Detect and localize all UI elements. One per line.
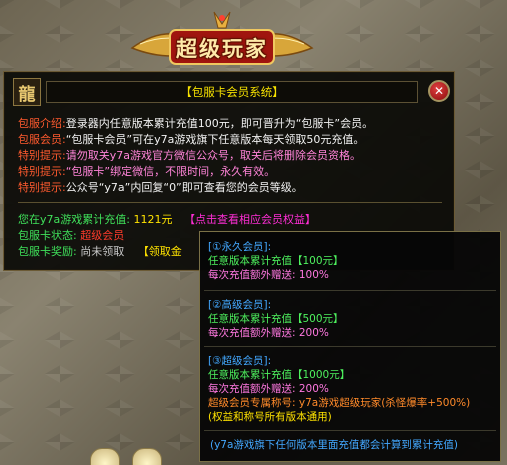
super-player-banner: 超级玩家	[122, 8, 322, 70]
info-label: 特别提示:	[18, 149, 66, 162]
total-recharge-row: 您在y7a游戏累计充值: 1121元 【点击查看相应会员权益】	[18, 212, 448, 228]
total-recharge-value: 1121元	[133, 213, 173, 226]
tooltip-divider	[204, 430, 496, 431]
tooltip-footer: (y7a游戏旗下任何版本里面充值都会计算到累计充值)	[210, 439, 459, 451]
close-button[interactable]: ✕	[428, 80, 450, 102]
tooltip-divider	[204, 290, 496, 291]
info-label: 包服介绍:	[18, 117, 66, 130]
tier-title: [②高级会员]:	[208, 299, 272, 311]
tier-title: [①永久会员]:	[208, 241, 272, 253]
tier-requirement: 任意版本累计充值【500元】	[208, 313, 344, 325]
info-line: 包服介绍:登录器内任意版本累计充值100元，即可晋升为“包服卡”会员。	[18, 116, 448, 132]
divider	[18, 202, 442, 203]
info-label: 特别提示:	[18, 165, 66, 178]
info-text: “包服卡会员”可在y7a游戏旗下任意版本每天领取50元充值。	[65, 133, 365, 146]
banner-title: 超级玩家	[176, 36, 268, 61]
tier-note: (权益和称号所有版本通用)	[208, 411, 332, 423]
info-text: 公众号“y7a”内回复“0”即可查看您的会员等级。	[65, 181, 303, 194]
skill-slot-icon[interactable]	[90, 448, 120, 465]
tier-exclusive-title: 超级会员专属称号: y7a游戏超级玩家(杀怪爆率+500%)	[208, 397, 471, 409]
panel-title: 【包服卡会员系统】	[46, 81, 418, 103]
info-text: 登录器内任意版本累计充值100元，即可晋升为“包服卡”会员。	[65, 117, 374, 130]
info-section: 包服介绍:登录器内任意版本累计充值100元，即可晋升为“包服卡”会员。 包服会员…	[18, 116, 448, 196]
tier-requirement: 任意版本累计充值【1000元】	[208, 369, 351, 381]
info-line: 包服会员:“包服卡会员”可在y7a游戏旗下任意版本每天领取50元充值。	[18, 132, 448, 148]
card-status-label: 包服卡状态:	[18, 229, 77, 242]
tier-bonus: 每次充值额外赠送: 200%	[208, 383, 329, 395]
card-reward-value: 尚未领取	[80, 245, 125, 258]
tier-requirement: 任意版本累计充值【100元】	[208, 255, 344, 267]
info-text: 请勿取关y7a游戏官方微信公众号，取关后将删除会员资格。	[65, 149, 361, 162]
tier-permanent: [①永久会员]: 任意版本累计充值【100元】 每次充值额外赠送: 100%	[208, 240, 498, 282]
tier-super: [③超级会员]: 任意版本累计充值【1000元】 每次充值额外赠送: 200% …	[208, 354, 498, 424]
info-label: 特别提示:	[18, 181, 66, 194]
tier-advanced: [②高级会员]: 任意版本累计充值【500元】 每次充值额外赠送: 200%	[208, 298, 498, 340]
panel-header: 龍 【包服卡会员系统】 ✕	[10, 76, 450, 106]
tier-bonus: 每次充值额外赠送: 100%	[208, 269, 329, 281]
info-line: 特别提示:“包服卡”绑定微信，不限时间，永久有效。	[18, 164, 448, 180]
info-label: 包服会员:	[18, 133, 66, 146]
view-benefits-link[interactable]: 【点击查看相应会员权益】	[184, 213, 316, 226]
info-text: “包服卡”绑定微信，不限时间，永久有效。	[65, 165, 276, 178]
info-line: 特别提示:公众号“y7a”内回复“0”即可查看您的会员等级。	[18, 180, 448, 196]
skill-slot-icon[interactable]	[132, 448, 162, 465]
tooltip-divider	[204, 346, 496, 347]
claim-button[interactable]: 【领取金	[138, 245, 182, 258]
tier-title: [③超级会员]:	[208, 355, 272, 367]
benefits-tooltip: [①永久会员]: 任意版本累计充值【100元】 每次充值额外赠送: 100% […	[199, 231, 501, 462]
tier-bonus: 每次充值额外赠送: 200%	[208, 327, 329, 339]
total-recharge-label: 您在y7a游戏累计充值:	[18, 213, 130, 226]
dragon-emblem-icon: 龍	[13, 78, 41, 106]
card-status-value: 超级会员	[80, 229, 125, 242]
card-reward-label: 包服卡奖励:	[18, 245, 77, 258]
info-line: 特别提示:请勿取关y7a游戏官方微信公众号，取关后将删除会员资格。	[18, 148, 448, 164]
